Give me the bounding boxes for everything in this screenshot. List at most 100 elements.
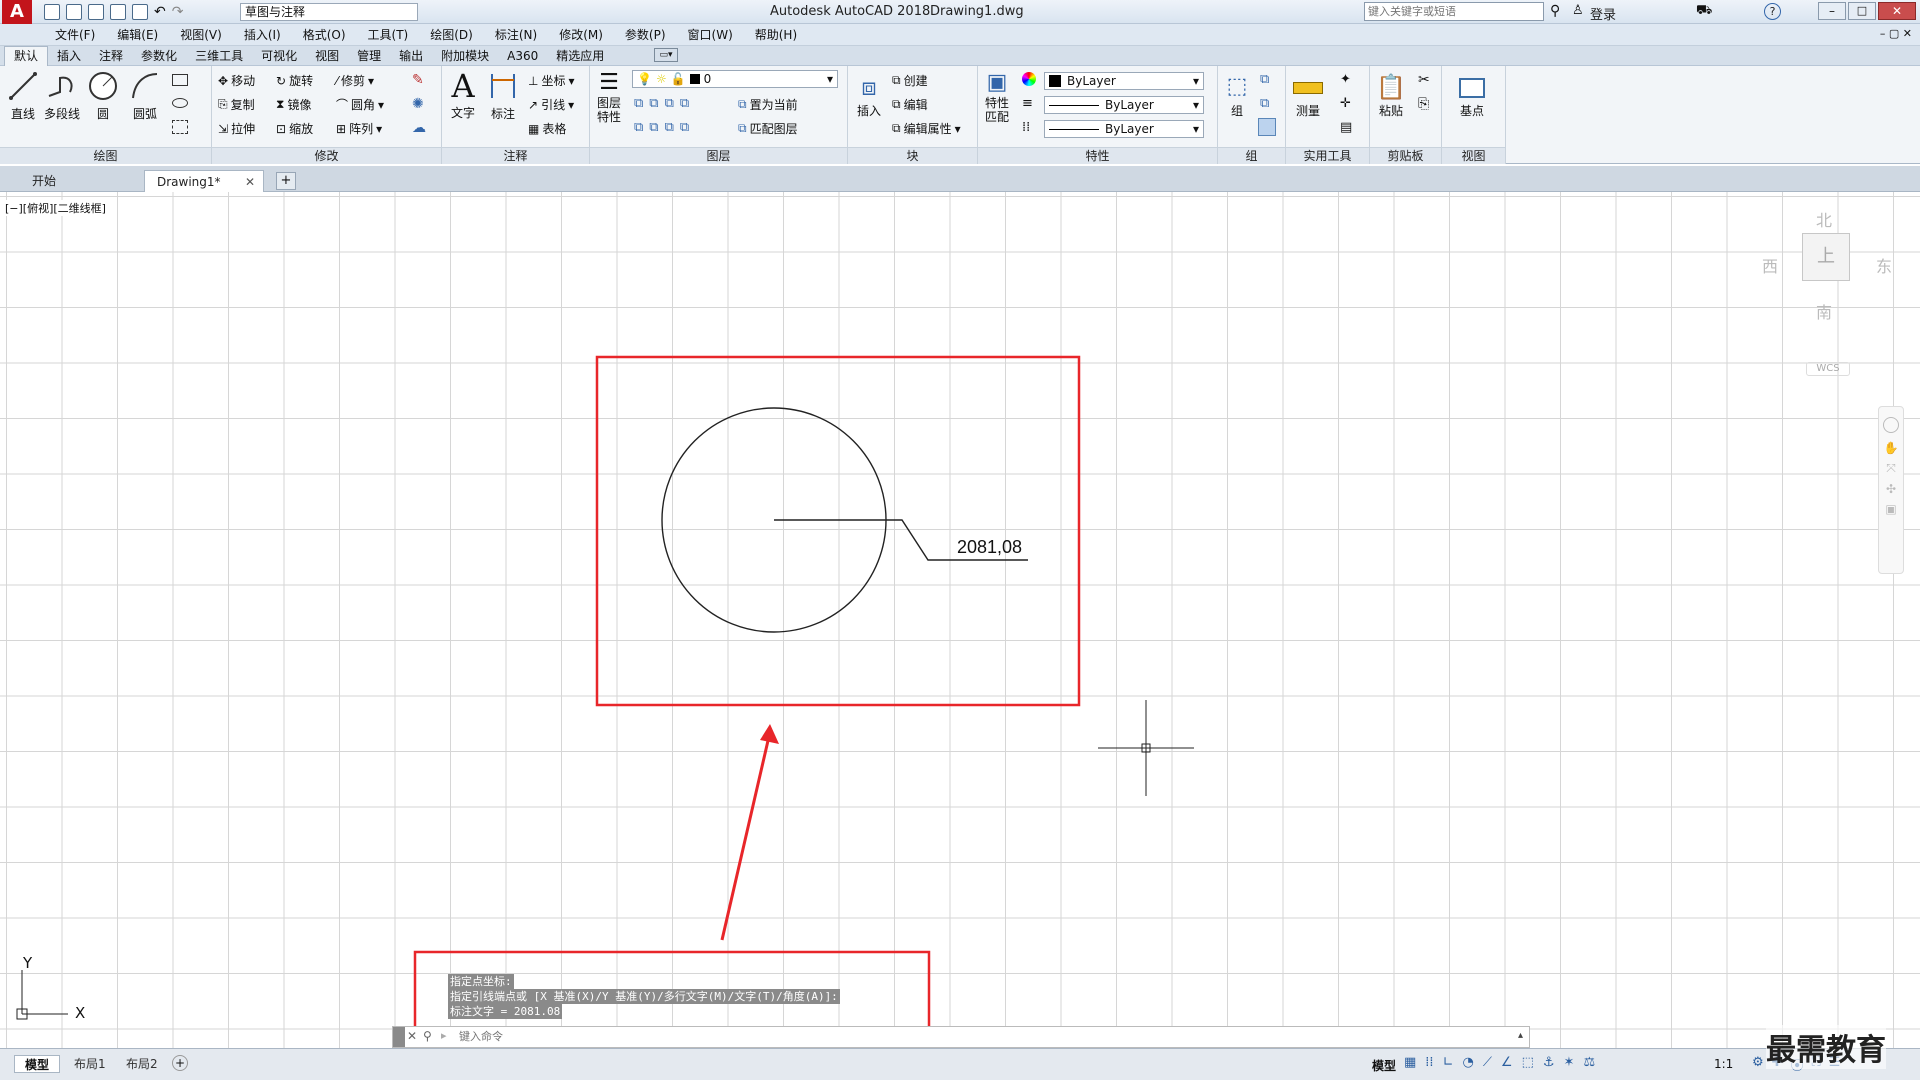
autocad-logo[interactable]: A — [2, 0, 32, 24]
group-select-icon[interactable] — [1258, 118, 1276, 136]
ribbon-tab-5[interactable]: 可视化 — [252, 46, 306, 66]
color-wheel-icon[interactable] — [1022, 72, 1036, 86]
scale-button[interactable]: ⊡ 缩放 — [276, 120, 313, 137]
rectangle-icon[interactable] — [172, 74, 188, 86]
paste-tool[interactable]: 📋 粘贴 — [1374, 72, 1408, 119]
ribbon-tab-11[interactable]: 精选应用 — [547, 46, 613, 66]
layer-off-icon[interactable]: ⧉ — [634, 96, 643, 111]
osnap-icon[interactable]: ⬚ — [1522, 1055, 1534, 1070]
lineweight-select[interactable]: ByLayer ▾ — [1044, 120, 1204, 138]
command-close-icon[interactable]: ✕ — [407, 1029, 417, 1043]
hatch-icon[interactable] — [172, 120, 188, 134]
menu-item-7[interactable]: 标注(N) — [484, 24, 548, 46]
color-select[interactable]: ByLayer ▾ — [1044, 72, 1204, 90]
ribbon-tab-9[interactable]: 附加模块 — [432, 46, 498, 66]
annotation-visibility-icon[interactable]: ⚓ — [1543, 1055, 1555, 1070]
lineweight-icon[interactable]: ≡ — [1022, 96, 1033, 111]
close-button[interactable]: ✕ — [1878, 2, 1916, 20]
orbit-icon[interactable]: ✣ — [1879, 482, 1903, 496]
viewcube[interactable]: 北 西 东 南 上 — [1750, 207, 1900, 327]
menu-item-1[interactable]: 编辑(E) — [106, 24, 169, 46]
ribbon-tab-8[interactable]: 输出 — [390, 46, 432, 66]
edit-attribute-button[interactable]: ⧉ 编辑属性 ▾ — [892, 120, 961, 137]
group-edit-icon[interactable]: ⧉ — [1260, 96, 1269, 111]
transparency-icon[interactable]: ⁞⁞ — [1022, 120, 1030, 135]
utilities-panel-label[interactable]: 实用工具 — [1286, 147, 1369, 164]
window-controls-small[interactable]: – ▢ ✕ — [1880, 27, 1912, 40]
stretch-button[interactable]: ⇲ 拉伸 — [218, 120, 255, 137]
layer-properties-tool[interactable]: ☰ 图层 特性 — [592, 70, 626, 124]
layer-lock-icon[interactable]: ⧉ — [680, 96, 689, 111]
rotate-button[interactable]: ↻ 旋转 — [276, 72, 313, 89]
ribbon-toggle-icon[interactable]: ▭▾ — [654, 48, 678, 62]
workspace-select[interactable]: 草图与注释 — [240, 3, 418, 21]
coordinate-button[interactable]: ⊥ 坐标 ▾ — [528, 72, 575, 89]
tab-layout1[interactable]: 布局1 — [66, 1055, 114, 1073]
circle-tool[interactable]: 圆 — [86, 70, 120, 122]
add-point-icon[interactable]: ✛ — [1340, 96, 1351, 111]
arc-tool[interactable]: 圆弧 — [126, 70, 164, 122]
ribbon-tab-4[interactable]: 三维工具 — [186, 46, 252, 66]
polar-icon[interactable]: ◔ — [1462, 1055, 1473, 1070]
edit-block-button[interactable]: ⧉ 编辑 — [892, 96, 928, 113]
cut-icon[interactable]: ✂ — [1418, 72, 1430, 88]
minimize-button[interactable]: – — [1818, 2, 1846, 20]
dimension-text[interactable]: 2081,08 — [957, 537, 1022, 558]
command-customize-icon[interactable]: ⚲ — [423, 1029, 432, 1043]
text-tool[interactable]: A 文字 — [446, 68, 480, 121]
command-input[interactable] — [459, 1029, 1499, 1045]
login-link[interactable]: 登录 — [1590, 4, 1616, 23]
ungroup-icon[interactable]: ⧉ — [1260, 72, 1269, 87]
snap-icon[interactable]: ⁞⁞ — [1425, 1055, 1433, 1070]
steering-wheel-icon[interactable] — [1883, 417, 1899, 433]
compass-east[interactable]: 东 — [1876, 253, 1892, 277]
command-input-bar[interactable]: ✕ ⚲ ▸ ▴ — [392, 1026, 1530, 1048]
menu-item-4[interactable]: 格式(O) — [292, 24, 357, 46]
ribbon-tab-3[interactable]: 参数化 — [132, 46, 186, 66]
wcs-button[interactable]: WCS — [1806, 362, 1850, 376]
save-as-icon[interactable] — [110, 4, 126, 20]
maximize-button[interactable]: □ — [1848, 2, 1876, 20]
explode-icon[interactable]: ✺ — [412, 96, 424, 112]
grid-icon[interactable]: ▦ — [1404, 1055, 1416, 1070]
draw-panel-label[interactable]: 绘图 — [0, 147, 211, 164]
pan-icon[interactable]: ✋ — [1879, 441, 1903, 455]
open-file-icon[interactable] — [66, 4, 82, 20]
save-icon[interactable] — [88, 4, 104, 20]
menu-item-2[interactable]: 视图(V) — [169, 24, 233, 46]
layer-isolate-icon[interactable]: ⧉ — [649, 96, 658, 111]
fillet-button[interactable]: ⌒ 圆角 ▾ — [336, 96, 384, 113]
new-tab-button[interactable]: + — [276, 172, 296, 190]
menu-item-9[interactable]: 参数(P) — [614, 24, 677, 46]
undo-icon[interactable]: ↶ — [154, 4, 166, 20]
copy-button[interactable]: ⎘ 复制 — [218, 96, 255, 113]
compass-south[interactable]: 南 — [1816, 299, 1832, 323]
ellipse-icon[interactable] — [172, 98, 188, 108]
mirror-button[interactable]: ⧗ 镜像 — [276, 96, 311, 113]
annotation-scale[interactable]: 1:1 — [1714, 1057, 1733, 1071]
ribbon-tab-7[interactable]: 管理 — [348, 46, 390, 66]
offset-icon[interactable]: ☁ — [412, 120, 426, 136]
trim-button[interactable]: ⁄ 修剪 ▾ — [336, 72, 374, 89]
base-point-tool[interactable]: 基点 — [1452, 72, 1492, 119]
create-block-button[interactable]: ⧉ 创建 — [892, 72, 928, 89]
cart-icon[interactable]: ⛟ — [1696, 3, 1712, 20]
groups-panel-label[interactable]: 组 — [1218, 147, 1285, 164]
compass-north[interactable]: 北 — [1816, 207, 1832, 231]
layer-select[interactable]: 💡 ☼ 🔓 0 ▾ — [632, 70, 838, 88]
tab-close-icon[interactable]: ✕ — [245, 171, 255, 193]
help-button[interactable]: ? — [1764, 3, 1781, 20]
menu-item-3[interactable]: 插入(I) — [233, 24, 292, 46]
tab-model[interactable]: 模型 — [14, 1055, 61, 1073]
command-expand-icon[interactable]: ▴ — [1518, 1030, 1523, 1041]
user-icon[interactable]: ♙ — [1572, 3, 1584, 18]
command-recent-icon[interactable]: ▸ — [441, 1029, 447, 1042]
menu-item-8[interactable]: 修改(M) — [548, 24, 614, 46]
linetype-select[interactable]: ByLayer ▾ — [1044, 96, 1204, 114]
layer-freeze-icon[interactable]: ⧉ — [665, 96, 674, 111]
point-style-icon[interactable]: ✦ — [1340, 72, 1351, 87]
match-properties-tool[interactable]: ▣ 特性 匹配 — [980, 70, 1014, 124]
copy-clip-icon[interactable]: ⎘ — [1418, 96, 1429, 112]
tab-drawing1[interactable]: Drawing1* ✕ — [144, 170, 264, 192]
layer-thaw-icon[interactable]: ⧉ — [665, 120, 674, 135]
